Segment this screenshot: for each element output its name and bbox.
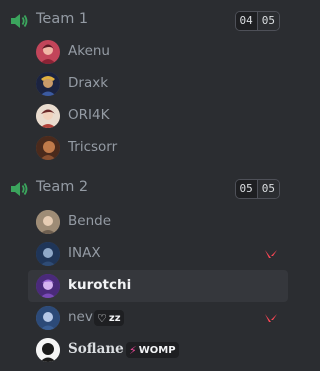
status-badge: ⚡ WOMP	[126, 342, 179, 358]
member-name: Bende	[68, 213, 111, 229]
max-count: 05	[256, 12, 279, 30]
voice-member[interactable]: Draxk	[28, 68, 288, 100]
voice-member[interactable]: INAX	[28, 238, 288, 270]
channel-name: Team 1	[36, 11, 89, 27]
voice-member[interactable]: nev ♡ zz	[28, 302, 288, 334]
user-limit-counter: 04 05	[234, 11, 280, 31]
voice-channel-team-2[interactable]: Team 2 05 05	[0, 172, 288, 204]
avatar	[36, 242, 60, 266]
member-name: Draxk	[68, 75, 109, 91]
member-name: nev	[68, 309, 93, 325]
member-name: Akenu	[68, 43, 110, 59]
lightning-icon: ⚡	[129, 343, 137, 357]
avatar	[36, 72, 60, 96]
badge-text: zz	[108, 312, 121, 324]
voice-channel-team-1[interactable]: Team 1 04 05	[0, 4, 288, 36]
current-count: 04	[235, 12, 257, 30]
avatar	[36, 210, 60, 234]
valorant-icon	[265, 250, 277, 258]
voice-member[interactable]: ORI4K	[28, 100, 288, 132]
voice-member[interactable]: Soflane ⚡ WOMP	[28, 334, 288, 366]
avatar	[36, 306, 60, 330]
current-count: 05	[235, 180, 257, 198]
speaker-icon	[11, 14, 28, 28]
avatar	[36, 338, 60, 362]
user-limit-counter: 05 05	[234, 179, 280, 199]
member-name: Tricsorr	[68, 139, 118, 155]
channel-name: Team 2	[36, 179, 89, 195]
valorant-icon	[265, 314, 277, 322]
voice-member[interactable]: Akenu	[28, 36, 288, 68]
voice-member-active[interactable]: kurotchi	[28, 270, 288, 302]
white-heart-icon: ♡	[97, 311, 107, 325]
voice-member[interactable]: Tricsorr	[28, 132, 288, 164]
voice-member[interactable]: Bende	[28, 206, 288, 238]
member-name: Soflane	[68, 341, 124, 357]
avatar	[36, 136, 60, 160]
speaker-icon	[11, 182, 28, 196]
max-count: 05	[256, 180, 279, 198]
member-name: ORI4K	[68, 107, 110, 123]
member-name: kurotchi	[68, 277, 132, 293]
avatar	[36, 274, 60, 298]
badge-text: WOMP	[138, 344, 176, 356]
avatar	[36, 40, 60, 64]
member-name: INAX	[68, 245, 101, 261]
avatar	[36, 104, 60, 128]
status-badge: ♡ zz	[94, 310, 124, 326]
